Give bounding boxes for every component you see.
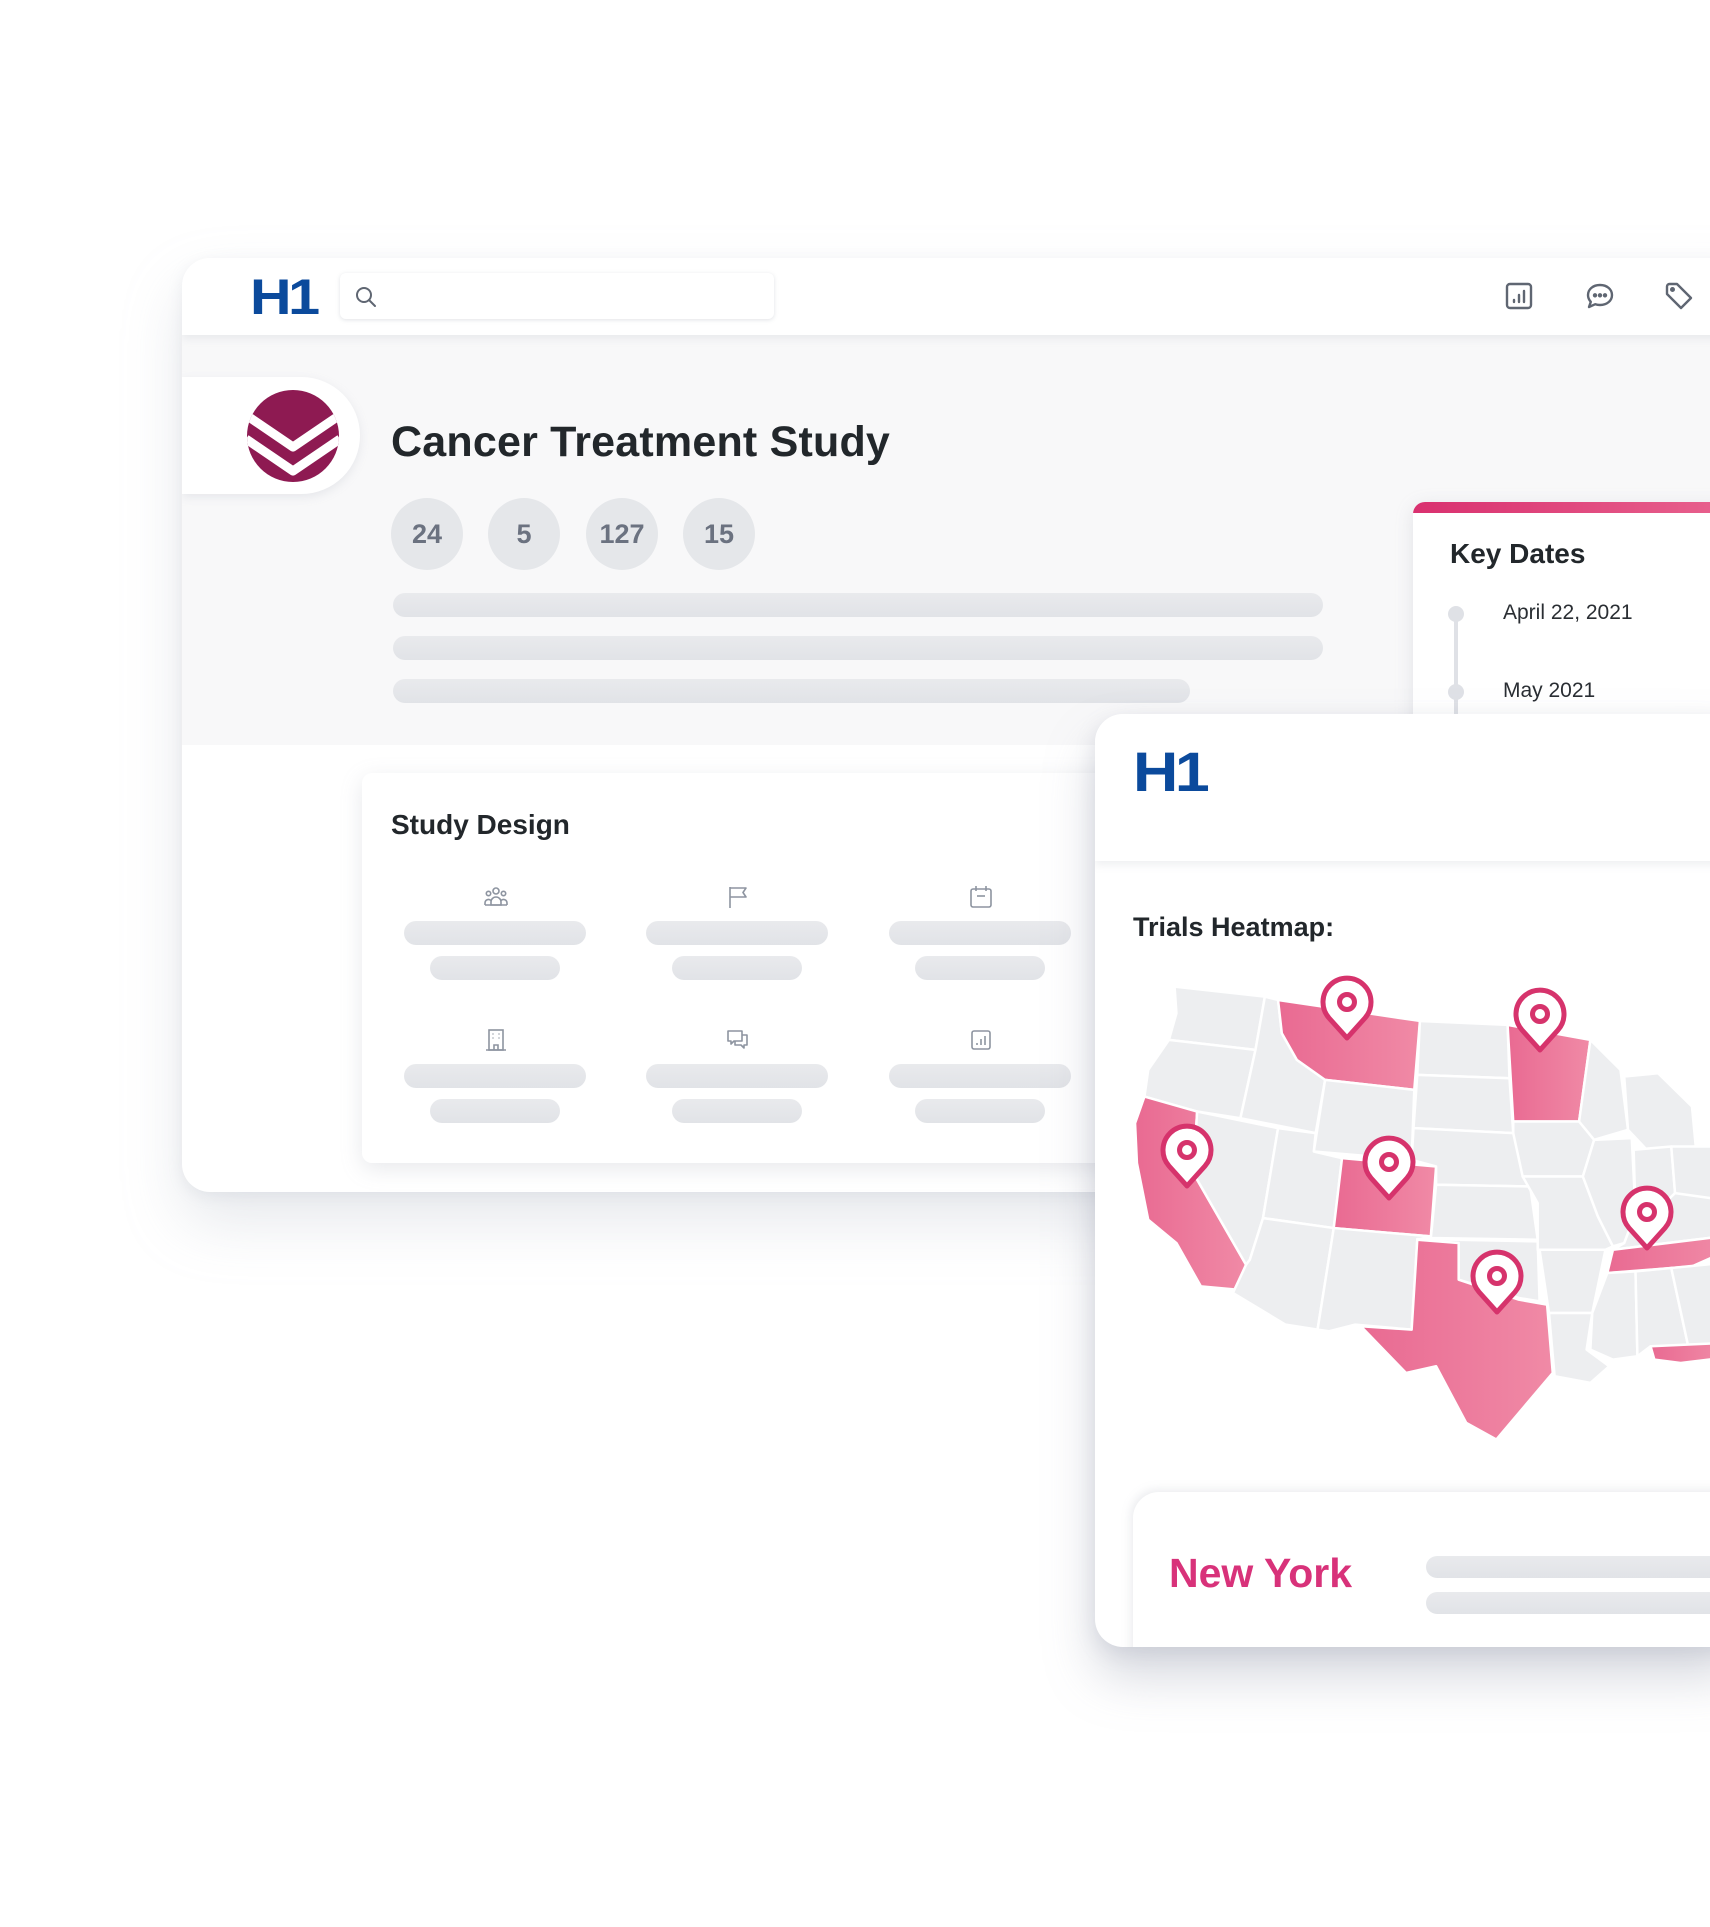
study-design-item: [646, 1027, 828, 1137]
state-michigan[interactable]: [1622, 1071, 1697, 1152]
study-chevron-logo: [247, 390, 339, 482]
state-north-dakota[interactable]: [1416, 1019, 1511, 1080]
heatmap-header: H1: [1095, 714, 1710, 861]
search-input[interactable]: [340, 273, 774, 319]
section-title: Study Design: [391, 809, 570, 840]
study-design-item: [404, 1027, 586, 1137]
skeleton-line: [915, 1099, 1045, 1123]
key-date: May 2021: [1503, 679, 1596, 702]
stat-badge: 127: [586, 498, 658, 570]
skeleton-line: [430, 1099, 560, 1123]
chat-bubble-icon[interactable]: [1584, 280, 1616, 312]
people-group-icon: [484, 887, 508, 906]
skeleton-line: [915, 956, 1045, 980]
skeleton-line: [889, 921, 1071, 945]
stat-badge: 15: [683, 498, 755, 570]
timeline-dot: [1448, 684, 1464, 700]
state-iowa[interactable]: [1511, 1120, 1596, 1178]
building-icon: [486, 1029, 506, 1051]
h1-logo[interactable]: H1: [1133, 744, 1210, 800]
page-title: Cancer Treatment Study: [391, 418, 891, 466]
section-title: Key Dates: [1450, 538, 1586, 569]
flag-icon: [729, 887, 747, 908]
chat-bubbles-icon: [727, 1030, 748, 1049]
description-skeleton-line: [393, 636, 1323, 660]
state-south-dakota[interactable]: [1412, 1073, 1515, 1135]
skeleton-line: [672, 1099, 802, 1123]
study-design-item: [646, 884, 828, 994]
description-skeleton-line: [393, 679, 1190, 703]
study-design-item: [889, 884, 1071, 994]
bar-chart-icon[interactable]: [1503, 280, 1535, 312]
skeleton-line: [1426, 1556, 1710, 1578]
skeleton-line: [430, 956, 560, 980]
stat-badge: 24: [391, 498, 463, 570]
skeleton-line: [672, 956, 802, 980]
search-icon: [356, 287, 376, 307]
skeleton-line: [1426, 1592, 1710, 1614]
skeleton-line: [404, 921, 586, 945]
timeline-dot: [1448, 606, 1464, 622]
location-name: New York: [1169, 1550, 1353, 1596]
state-kansas[interactable]: [1429, 1183, 1539, 1241]
description-skeleton-line: [393, 593, 1323, 617]
accent-bar: [1413, 502, 1710, 513]
top-navigation-bar: H1: [182, 258, 1710, 335]
stat-badge: 5: [488, 498, 560, 570]
search-field[interactable]: [390, 281, 764, 313]
location-detail-card[interactable]: New York: [1133, 1492, 1710, 1647]
tag-icon[interactable]: [1663, 280, 1695, 312]
study-design-item: [404, 884, 586, 994]
heatmap-title: Trials Heatmap:: [1133, 912, 1335, 942]
calendar-icon: [970, 886, 992, 908]
skeleton-line: [646, 1064, 828, 1088]
key-date: April 22, 2021: [1503, 601, 1633, 624]
trials-heatmap-window: H1 Trials Heatmap: New York: [1095, 714, 1710, 1647]
skeleton-line: [646, 921, 828, 945]
bar-chart-icon: [971, 1030, 991, 1050]
study-design-item: [889, 1027, 1071, 1137]
skeleton-line: [889, 1064, 1071, 1088]
skeleton-line: [404, 1064, 586, 1088]
state-florida[interactable]: [1649, 1342, 1710, 1365]
h1-logo[interactable]: H1: [250, 272, 320, 322]
study-logo-card: [182, 377, 360, 494]
